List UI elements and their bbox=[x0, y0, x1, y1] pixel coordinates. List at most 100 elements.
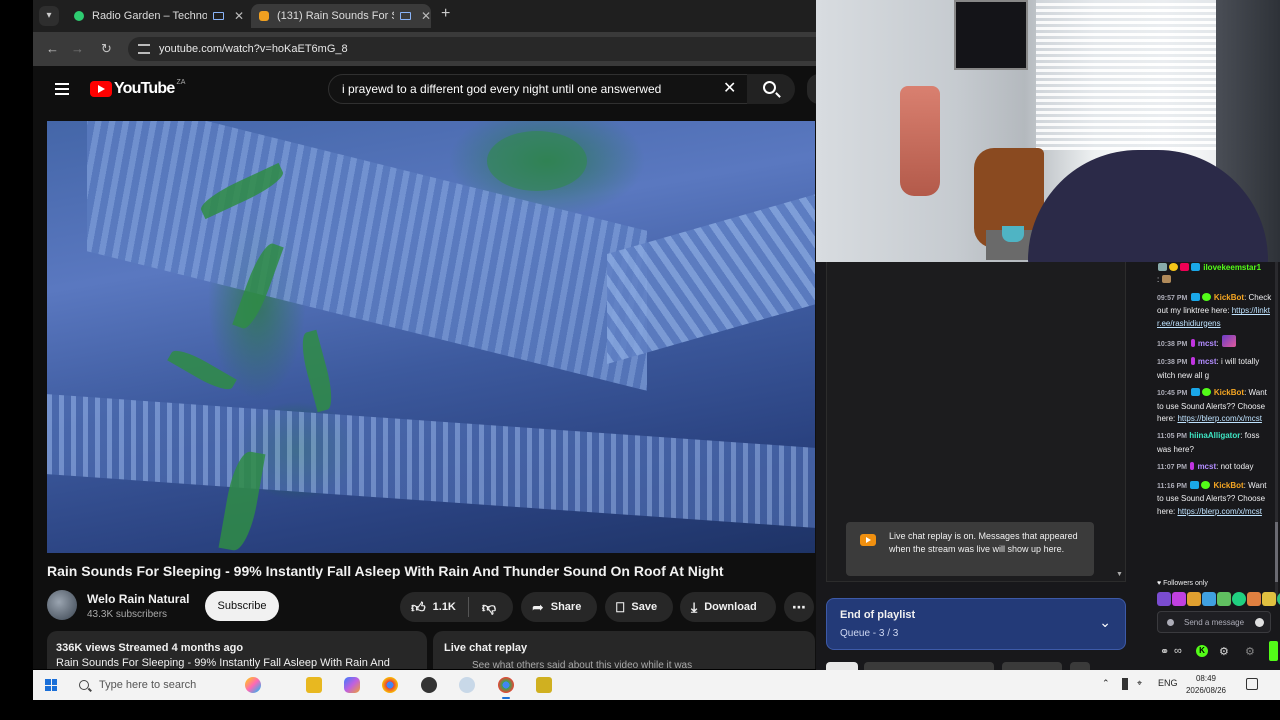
share-icon: ➦ bbox=[532, 598, 544, 615]
playlist-panel[interactable]: End of playlist Queue - 3 / 3 ⌄ bbox=[826, 598, 1126, 650]
kick-logo-icon[interactable]: K bbox=[1196, 645, 1208, 657]
emote-icon[interactable] bbox=[1247, 592, 1261, 606]
notification-icon[interactable] bbox=[1246, 678, 1258, 690]
site-info-icon[interactable] bbox=[138, 44, 150, 54]
chat-username[interactable]: mcst bbox=[1198, 339, 1217, 348]
emote-icon bbox=[1162, 275, 1172, 284]
new-tab-icon[interactable]: + bbox=[441, 5, 450, 23]
forward-arrow-icon[interactable]: → bbox=[71, 41, 84, 56]
sub-badge-icon bbox=[1190, 339, 1195, 348]
like-count[interactable]: 1.1K bbox=[433, 601, 456, 613]
search-input[interactable]: i prayewd to a different god every night… bbox=[328, 74, 748, 104]
emote-icon[interactable] bbox=[1232, 592, 1246, 606]
search-query: i prayewd to a different god every night… bbox=[342, 82, 662, 96]
chat-username[interactable]: mcst bbox=[1198, 357, 1217, 366]
youtube-logo[interactable]: YouTube ZA bbox=[90, 79, 185, 98]
menu-icon[interactable] bbox=[55, 83, 69, 95]
chat-time: 11:16 PM bbox=[1157, 482, 1187, 490]
more-icon: ⋯ bbox=[792, 598, 806, 615]
more-actions-button[interactable]: ⋯ bbox=[784, 592, 814, 622]
chat-username[interactable]: hiinaAlligator bbox=[1189, 431, 1240, 440]
like-icon[interactable]: 👍︎ bbox=[411, 599, 426, 616]
taskbar: Type here to search ⌃ ⌖ ENG 08:49 2026/0… bbox=[33, 670, 1280, 700]
chip[interactable] bbox=[864, 662, 994, 670]
minecraft-icon[interactable] bbox=[536, 677, 552, 693]
emote-icon[interactable] bbox=[1262, 592, 1276, 606]
scroll-down-icon[interactable]: ▼ bbox=[1116, 571, 1123, 578]
emote-icon[interactable] bbox=[1217, 592, 1231, 606]
points-icon[interactable]: ⚭ bbox=[1160, 645, 1169, 658]
video-meta: 336K views Streamed 4 months ago bbox=[56, 642, 244, 654]
tray-chevron-icon[interactable]: ⌃ bbox=[1102, 678, 1110, 689]
url-field[interactable]: youtube.com/watch?v=hoKaET6mG_8 bbox=[128, 37, 828, 61]
back-arrow-icon[interactable]: ← bbox=[46, 41, 59, 56]
chip[interactable] bbox=[1070, 662, 1090, 670]
clock-date: 2026/08/26 bbox=[1185, 686, 1227, 695]
dislike-icon[interactable]: 👎︎ bbox=[482, 599, 496, 616]
subscribe-button[interactable]: Subscribe bbox=[205, 591, 279, 621]
send-message-input[interactable]: Send a message bbox=[1157, 611, 1271, 633]
chat-username[interactable]: ilovekeemstar1 bbox=[1203, 263, 1261, 272]
radio-garden-favicon-icon bbox=[74, 11, 84, 21]
close-tab-icon[interactable]: ✕ bbox=[421, 9, 431, 23]
windows-start-icon[interactable] bbox=[45, 679, 57, 691]
tab-rain-sounds[interactable]: (131) Rain Sounds For Sleep ✕ bbox=[251, 4, 431, 28]
chrome-icon[interactable] bbox=[382, 677, 398, 693]
chat-username[interactable]: KickBot bbox=[1214, 293, 1244, 302]
followers-only-text: Followers only bbox=[1163, 580, 1208, 587]
chrome-active-icon[interactable] bbox=[498, 677, 514, 699]
bot-badge-icon bbox=[1190, 292, 1200, 301]
share-button[interactable]: ➦ Share bbox=[521, 592, 597, 622]
clock[interactable]: 08:49 2026/08/26 bbox=[1183, 673, 1229, 697]
badge-icon bbox=[1158, 263, 1167, 271]
gear-icon[interactable]: ⚙ bbox=[1219, 645, 1229, 658]
chat-username[interactable]: KickBot bbox=[1214, 388, 1244, 397]
reload-icon[interactable]: ↻ bbox=[101, 41, 112, 57]
voice-search-button[interactable] bbox=[807, 74, 816, 104]
download-label: Download bbox=[704, 601, 757, 613]
live-chat-replay-panel[interactable]: Live chat replay See what others said ab… bbox=[433, 631, 815, 669]
settings-icon[interactable]: ⚙ bbox=[1245, 645, 1255, 658]
chat-link[interactable]: https://blerp.com/x/mcst bbox=[1177, 414, 1261, 423]
chevron-down-icon[interactable]: ⌄ bbox=[1099, 614, 1111, 631]
description-box[interactable]: 336K views Streamed 4 months ago Rain So… bbox=[47, 631, 427, 669]
tab-search-dropdown[interactable]: ▾ bbox=[39, 6, 59, 26]
save-button[interactable]: ⎕ Save bbox=[605, 592, 673, 622]
infinity-icon[interactable]: ∞ bbox=[1174, 645, 1182, 657]
chat-link[interactable]: https://blerp.com/x/mcst bbox=[1177, 507, 1261, 516]
browser-address-row: ← → ↻ youtube.com/watch?v=hoKaET6mG_8 bbox=[33, 32, 828, 66]
clear-search-icon[interactable]: ✕ bbox=[723, 78, 736, 98]
close-tab-icon[interactable]: ✕ bbox=[234, 9, 244, 23]
bot-badge-icon bbox=[1190, 388, 1200, 397]
channel-name[interactable]: Welo Rain Natural bbox=[87, 592, 189, 606]
share-label: Share bbox=[550, 601, 582, 613]
chat-username[interactable]: mcst bbox=[1197, 462, 1216, 471]
usb-icon[interactable] bbox=[1122, 678, 1128, 690]
video-player[interactable] bbox=[47, 121, 815, 553]
emote-icon[interactable] bbox=[1172, 592, 1186, 606]
language-indicator[interactable]: ENG bbox=[1158, 678, 1178, 688]
channel-avatar[interactable] bbox=[47, 590, 77, 620]
file-explorer-icon[interactable] bbox=[306, 677, 322, 693]
chat-send-button[interactable] bbox=[1269, 641, 1278, 661]
chat-username[interactable]: KickBot bbox=[1213, 481, 1243, 490]
chip[interactable] bbox=[1002, 662, 1062, 670]
widgets-icon[interactable] bbox=[245, 677, 261, 693]
emote-icon[interactable] bbox=[1157, 592, 1171, 606]
network-app-icon[interactable] bbox=[459, 677, 475, 693]
chat-time: 11:07 PM bbox=[1157, 464, 1187, 472]
obs-icon[interactable] bbox=[421, 677, 437, 693]
chat-scrollbar[interactable] bbox=[1275, 262, 1278, 602]
sub-badge-icon bbox=[1190, 462, 1195, 471]
chip[interactable] bbox=[826, 662, 858, 670]
chat-text: : bbox=[1157, 275, 1160, 285]
description-preview: Rain Sounds For Sleeping - 99% Instantly… bbox=[56, 657, 390, 669]
copilot-icon[interactable] bbox=[344, 677, 360, 693]
emote-icon[interactable] bbox=[1187, 592, 1201, 606]
network-icon[interactable]: ⌖ bbox=[1137, 678, 1142, 689]
emote-icon[interactable] bbox=[1202, 592, 1216, 606]
search-button[interactable] bbox=[747, 74, 795, 104]
tab-shared-icon bbox=[399, 12, 411, 20]
tab-radio-garden[interactable]: Radio Garden – Techno Und ✕ bbox=[66, 4, 244, 28]
download-button[interactable]: ⤓ Download bbox=[680, 592, 776, 622]
